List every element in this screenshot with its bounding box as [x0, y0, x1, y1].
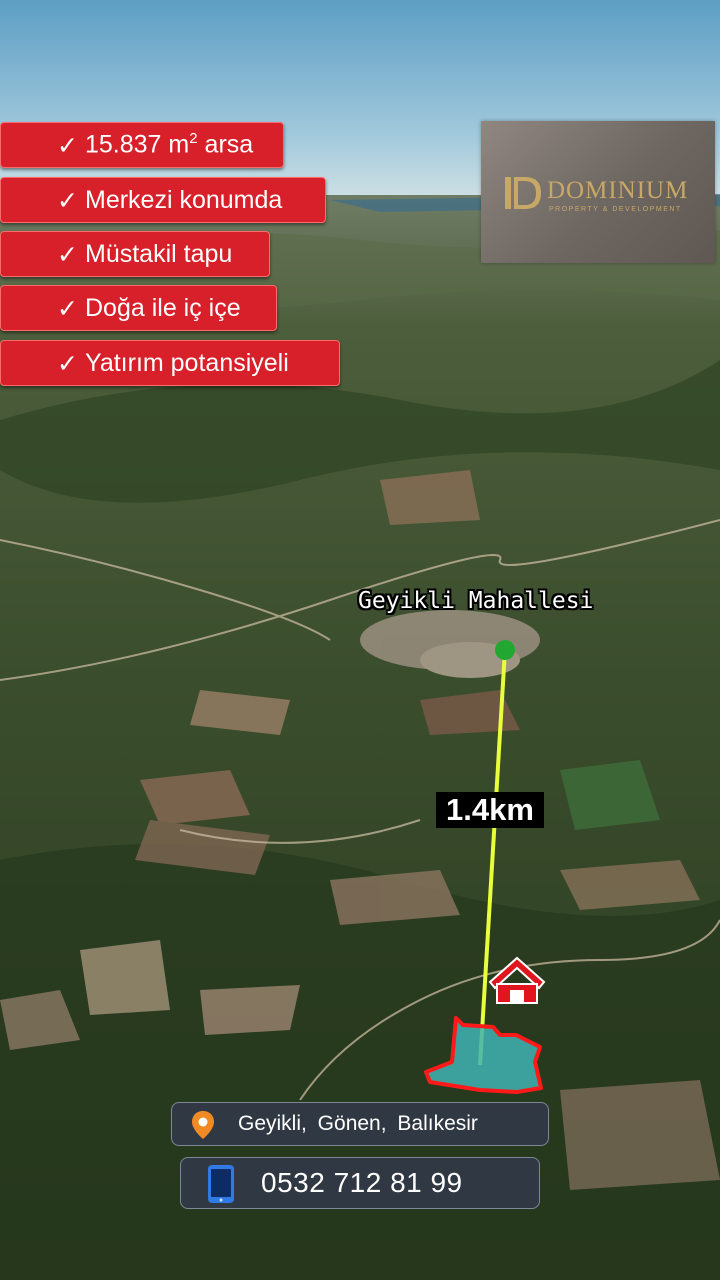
feature-area: ✓ 15.837 m2 arsa — [0, 122, 284, 168]
phone-pill[interactable]: 0532 712 81 99 — [180, 1157, 540, 1209]
check-icon: ✓ — [57, 130, 78, 160]
place-label: Geyikli Mahallesi — [358, 588, 594, 614]
check-icon: ✓ — [57, 348, 78, 378]
logo-name: DOMINIUM — [547, 177, 689, 204]
logo-mark-icon — [505, 177, 541, 209]
check-icon: ✓ — [57, 185, 78, 215]
start-marker[interactable] — [495, 640, 515, 660]
check-icon: ✓ — [57, 239, 78, 269]
check-icon: ✓ — [57, 293, 78, 323]
phone-number: 0532 712 81 99 — [261, 1167, 463, 1198]
distance-label: 1.4km — [436, 792, 544, 828]
feature-investment: ✓ Yatırım potansiyeli — [0, 340, 340, 386]
location-text: Geyikli, Gönen, Balıkesir — [238, 1112, 478, 1135]
feature-label: Müstakil tapu — [85, 239, 233, 268]
logo-subtitle: PROPERTY & DEVELOPMENT — [549, 206, 682, 213]
feature-label: 15.837 m2 arsa — [85, 130, 254, 159]
feature-deed: ✓ Müstakil tapu — [0, 231, 270, 277]
feature-label: Yatırım potansiyeli — [85, 348, 289, 377]
feature-label: Doğa ile iç içe — [85, 293, 241, 322]
feature-label: Merkezi konumda — [85, 185, 283, 214]
smartphone-icon — [208, 1165, 234, 1203]
company-logo: DOMINIUM PROPERTY & DEVELOPMENT — [481, 121, 715, 263]
feature-location: ✓ Merkezi konumda — [0, 177, 326, 223]
location-pin-icon — [192, 1111, 214, 1139]
feature-nature: ✓ Doğa ile iç içe — [0, 285, 277, 331]
location-pill[interactable]: Geyikli, Gönen, Balıkesir — [171, 1102, 549, 1146]
